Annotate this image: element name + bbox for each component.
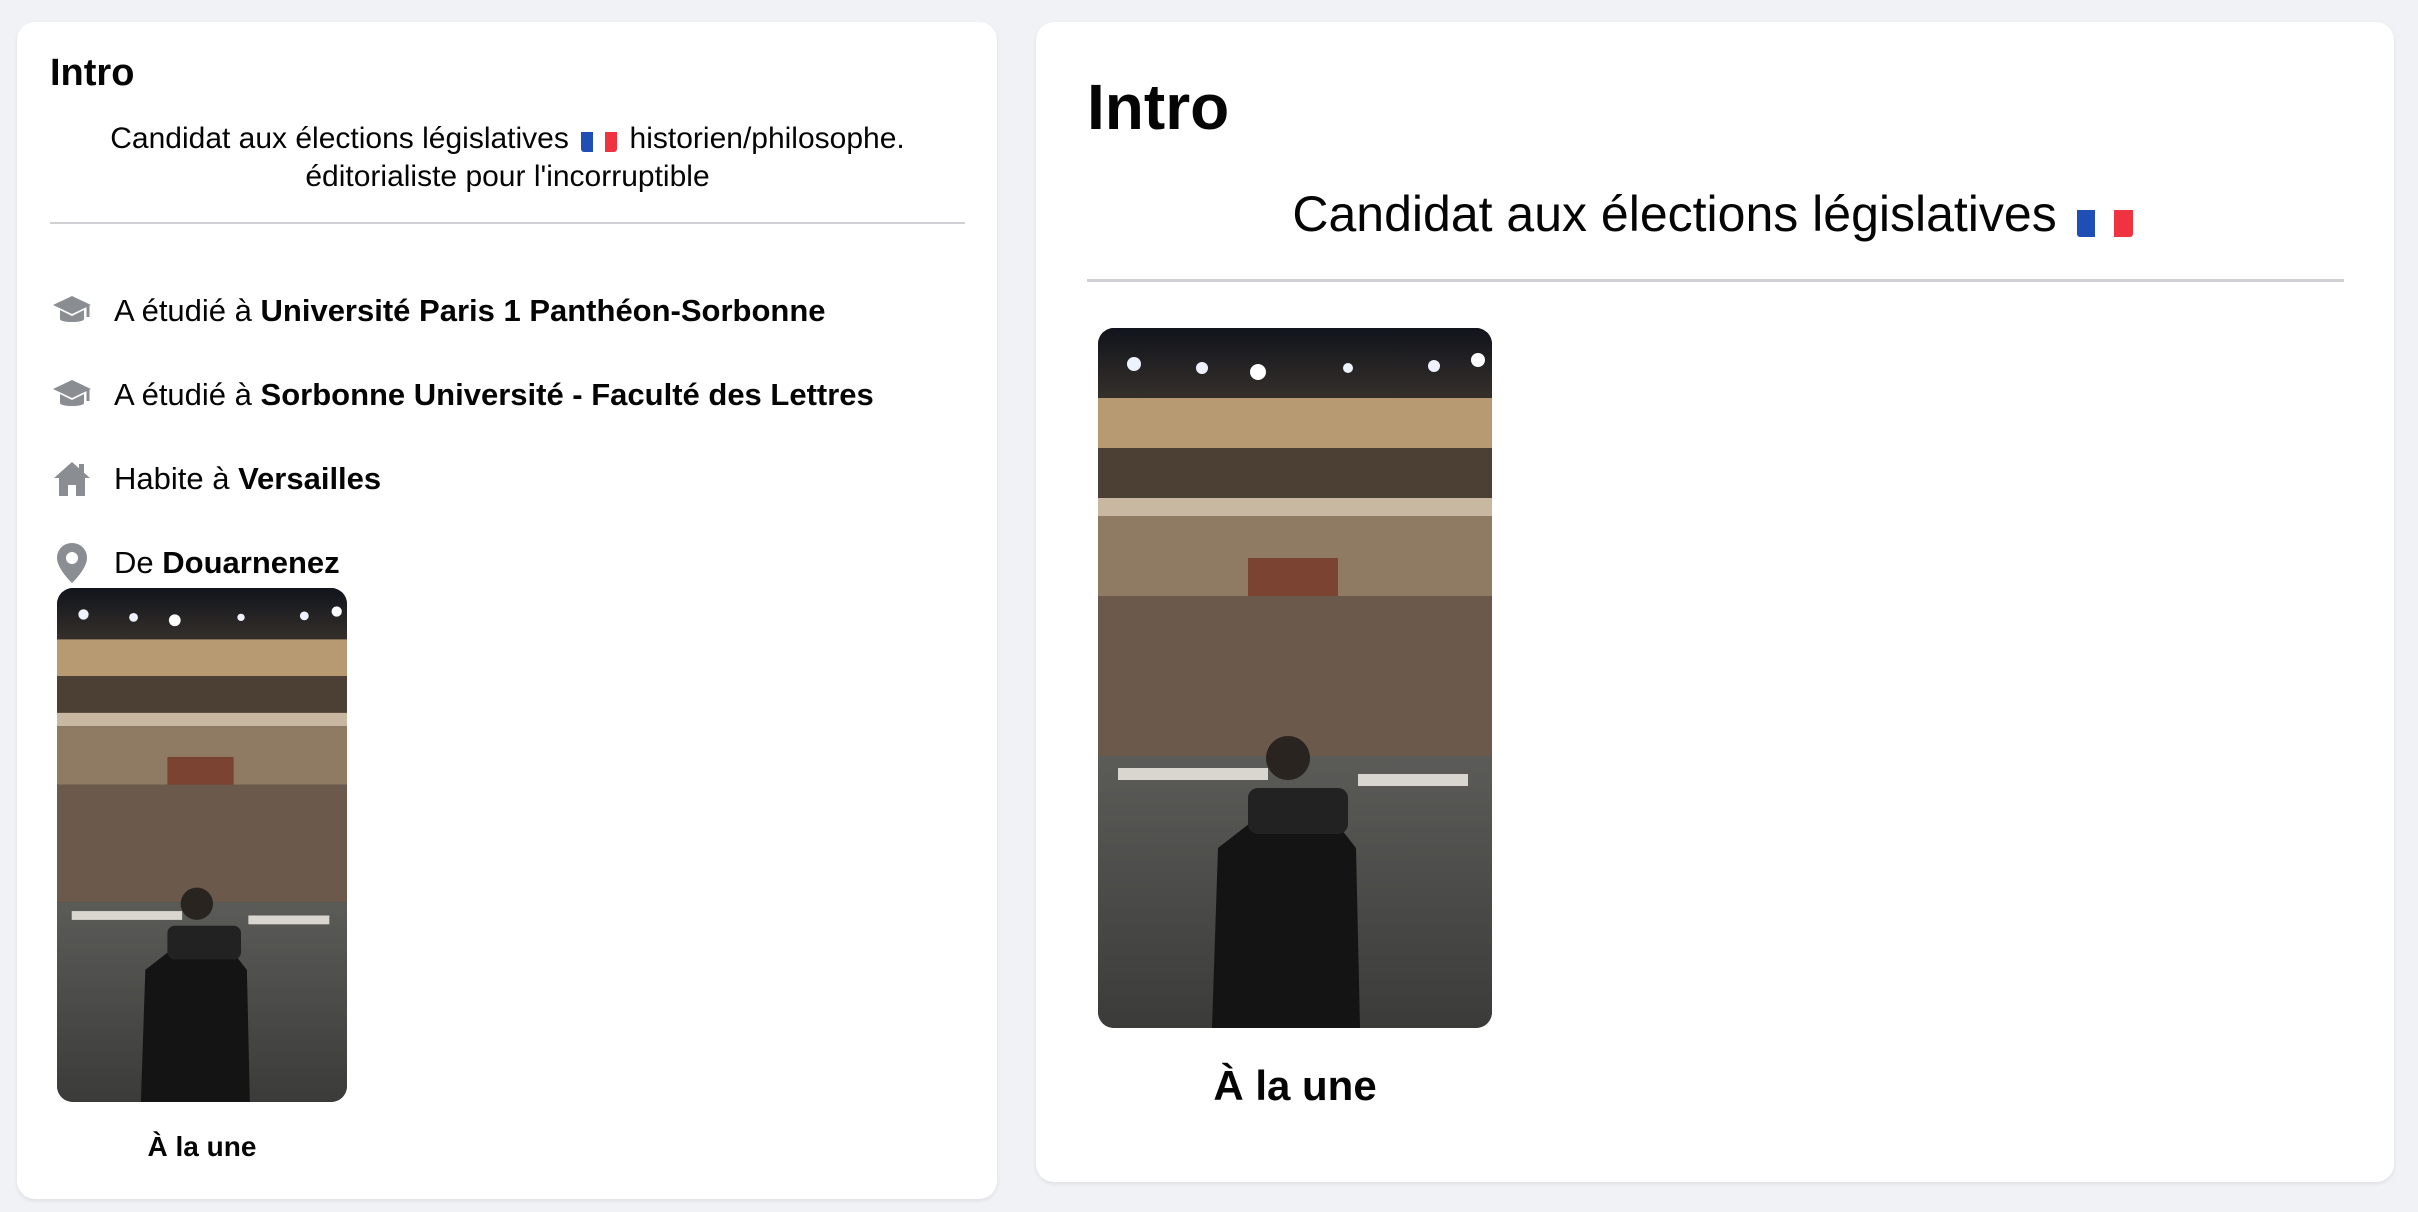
detail-education-2: A étudié à Sorbonne Université - Faculté… — [50, 370, 874, 420]
detail-value-link[interactable]: Université Paris 1 Panthéon-Sorbonne — [261, 293, 826, 328]
featured-photo[interactable] — [57, 588, 347, 1102]
featured-caption: À la une — [147, 1131, 257, 1162]
detail-text: Habite à Versailles — [114, 461, 381, 497]
detail-education-1: A étudié à Université Paris 1 Panthéon-S… — [50, 286, 826, 336]
bio-text: historien/philosophe. — [629, 122, 905, 155]
detail-text: A étudié à Université Paris 1 Panthéon-S… — [114, 293, 826, 329]
french-flag-icon — [2076, 199, 2133, 237]
bio-line-2: éditorialiste pour l'incorruptible — [305, 160, 710, 193]
intro-bio: Candidat aux élections législatives hist… — [50, 120, 965, 196]
intro-heading: Intro — [50, 52, 135, 94]
detail-text: A étudié à Sorbonne Université - Faculté… — [114, 377, 874, 413]
education-cap-icon — [50, 289, 94, 333]
detail-home: Habite à Versailles — [50, 454, 381, 504]
detail-prefix: De — [114, 545, 163, 580]
intro-card-right: Intro Candidat aux élections législative… — [1036, 22, 2394, 1182]
detail-value-link[interactable]: Douarnenez — [162, 545, 339, 580]
detail-prefix: Habite à — [114, 461, 239, 496]
detail-prefix: A étudié à — [114, 293, 261, 328]
intro-divider — [1087, 279, 2344, 282]
intro-heading: Intro — [1087, 71, 1230, 143]
bio-text: Candidat aux élections législatives — [1292, 186, 2057, 242]
bio-text: Candidat aux élections législatives — [110, 122, 569, 155]
featured-photo[interactable] — [1098, 328, 1492, 1028]
detail-value-link[interactable]: Sorbonne Université - Faculté des Lettre… — [261, 377, 874, 412]
home-icon — [50, 457, 94, 501]
intro-bio: Candidat aux élections législatives — [1087, 182, 2344, 246]
education-cap-icon — [50, 373, 94, 417]
featured-caption: À la une — [1213, 1062, 1377, 1109]
detail-text: De Douarnenez — [114, 545, 340, 581]
detail-origin: De Douarnenez — [50, 538, 340, 588]
location-pin-icon — [50, 541, 94, 585]
detail-prefix: A étudié à — [114, 377, 261, 412]
intro-card-left: Intro Candidat aux élections législative… — [17, 22, 997, 1199]
detail-value-link[interactable]: Versailles — [238, 461, 381, 496]
bio-line-1: Candidat aux élections législatives hist… — [50, 120, 965, 158]
french-flag-icon — [581, 128, 618, 153]
intro-divider — [50, 222, 965, 224]
